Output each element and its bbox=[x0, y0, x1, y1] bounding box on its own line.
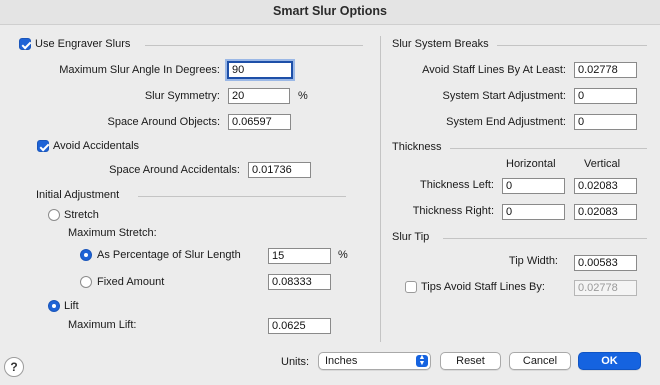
thickness-heading: Thickness bbox=[392, 141, 442, 153]
fixed-amount-label: Fixed Amount bbox=[97, 276, 165, 288]
thickness-left-vertical-field[interactable] bbox=[574, 178, 637, 194]
fixed-amount-radio[interactable] bbox=[80, 276, 92, 288]
title-bar: Smart Slur Options bbox=[0, 0, 660, 25]
stretch-radio[interactable] bbox=[48, 209, 60, 221]
max-angle-field[interactable] bbox=[227, 61, 293, 79]
thickness-right-horizontal-field[interactable] bbox=[502, 204, 565, 220]
units-label: Units: bbox=[281, 356, 310, 368]
maximum-lift-field[interactable] bbox=[268, 318, 331, 334]
system-start-label: System Start Adjustment: bbox=[442, 90, 567, 102]
maximum-lift-label: Maximum Lift: bbox=[68, 319, 137, 331]
tips-avoid-staff-lines-label: Tips Avoid Staff Lines By: bbox=[421, 281, 545, 293]
avoid-accidentals-checkbox[interactable] bbox=[37, 140, 49, 152]
thickness-right-vertical-field[interactable] bbox=[574, 204, 637, 220]
ok-button[interactable]: OK bbox=[578, 352, 641, 370]
percentage-field[interactable] bbox=[268, 248, 331, 264]
horizontal-column-label: Horizontal bbox=[506, 158, 556, 170]
maximum-stretch-label: Maximum Stretch: bbox=[68, 227, 157, 239]
window-title: Smart Slur Options bbox=[273, 4, 387, 18]
tips-avoid-staff-lines-field[interactable] bbox=[574, 280, 637, 296]
thickness-left-label: Thickness Left: bbox=[420, 179, 494, 191]
space-around-objects-field[interactable] bbox=[228, 114, 291, 130]
smart-slur-options-dialog: Smart Slur Options Use Engraver Slurs Ma… bbox=[0, 0, 660, 385]
avoid-staff-lines-field[interactable] bbox=[574, 62, 637, 78]
tip-width-label: Tip Width: bbox=[508, 255, 558, 267]
cancel-button[interactable]: Cancel bbox=[509, 352, 571, 370]
stretch-label: Stretch bbox=[64, 209, 99, 221]
lift-radio[interactable] bbox=[48, 300, 60, 312]
slur-symmetry-unit: % bbox=[298, 90, 308, 102]
fixed-amount-field[interactable] bbox=[268, 274, 331, 290]
space-around-accidentals-field[interactable] bbox=[248, 162, 311, 178]
engraver-group-divider bbox=[145, 45, 363, 46]
tip-width-field[interactable] bbox=[574, 255, 637, 271]
percentage-unit: % bbox=[338, 249, 348, 261]
units-value: Inches bbox=[325, 355, 358, 367]
avoid-staff-lines-label: Avoid Staff Lines By At Least: bbox=[422, 64, 566, 76]
lift-label: Lift bbox=[64, 300, 79, 312]
reset-button[interactable]: Reset bbox=[440, 352, 501, 370]
initial-adjustment-divider bbox=[138, 196, 346, 197]
tips-avoid-staff-lines-checkbox[interactable] bbox=[405, 281, 417, 293]
max-angle-label: Maximum Slur Angle In Degrees: bbox=[59, 64, 220, 76]
system-end-field[interactable] bbox=[574, 114, 637, 130]
system-start-field[interactable] bbox=[574, 88, 637, 104]
slur-symmetry-label: Slur Symmetry: bbox=[144, 90, 220, 102]
help-button[interactable]: ? bbox=[4, 357, 24, 377]
thickness-divider bbox=[450, 148, 647, 149]
vertical-column-label: Vertical bbox=[584, 158, 621, 170]
space-around-objects-label: Space Around Objects: bbox=[107, 116, 220, 128]
as-percentage-radio[interactable] bbox=[80, 249, 92, 261]
chevron-updown-icon: ▲ ▼ bbox=[416, 354, 428, 367]
use-engraver-slurs-checkbox[interactable] bbox=[19, 38, 31, 50]
avoid-accidentals-label: Avoid Accidentals bbox=[53, 140, 140, 152]
units-popup[interactable]: Inches ▲ ▼ bbox=[318, 352, 431, 370]
as-percentage-label: As Percentage of Slur Length bbox=[97, 249, 241, 261]
use-engraver-slurs-label: Use Engraver Slurs bbox=[35, 38, 131, 50]
initial-adjustment-heading: Initial Adjustment bbox=[36, 189, 120, 201]
thickness-left-horizontal-field[interactable] bbox=[502, 178, 565, 194]
system-end-label: System End Adjustment: bbox=[446, 116, 566, 128]
slur-tip-heading: Slur Tip bbox=[392, 231, 430, 243]
system-breaks-divider bbox=[497, 45, 647, 46]
slur-symmetry-field[interactable] bbox=[228, 88, 290, 104]
slur-tip-divider bbox=[443, 238, 647, 239]
space-around-accidentals-label: Space Around Accidentals: bbox=[109, 164, 240, 176]
thickness-right-label: Thickness Right: bbox=[412, 205, 494, 217]
system-breaks-heading: Slur System Breaks bbox=[392, 38, 489, 50]
